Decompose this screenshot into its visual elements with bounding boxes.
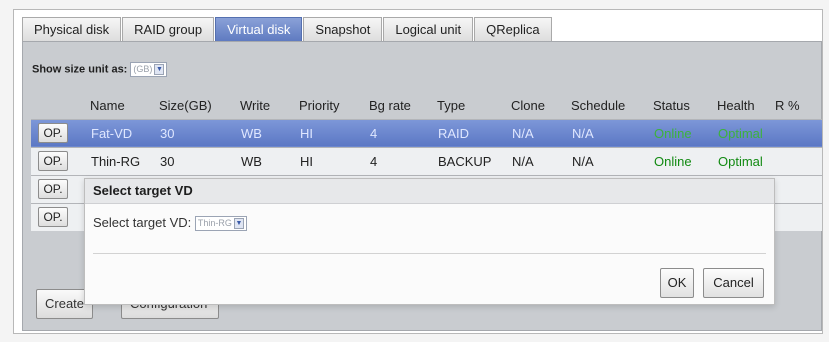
size-unit-label: Show size unit as:	[32, 63, 128, 76]
header-priority[interactable]: Priority	[299, 92, 369, 119]
tab-raid-group[interactable]: RAID group	[122, 17, 215, 42]
target-vd-label: Select target VD:	[93, 215, 192, 230]
cell-status: Online	[653, 118, 717, 147]
dialog-divider	[93, 253, 766, 254]
cell-size: 30	[159, 146, 240, 175]
chevron-down-icon: ▼	[154, 64, 165, 75]
target-vd-row: Select target VD: Thin-RG ▼	[93, 215, 247, 232]
op-button[interactable]: OP.	[38, 151, 68, 171]
op-button[interactable]: OP.	[38, 123, 68, 143]
cell-schedule: N/A	[571, 118, 653, 147]
tab-logical-unit[interactable]: Logical unit	[383, 17, 474, 42]
dialog-title: Select target VD	[85, 179, 774, 204]
chevron-down-icon: ▼	[233, 218, 244, 230]
cell-write: WB	[240, 146, 299, 175]
header-schedule[interactable]: Schedule	[571, 92, 653, 119]
cell-r-percent	[775, 146, 822, 175]
ok-button[interactable]: OK	[660, 268, 694, 298]
cancel-button[interactable]: Cancel	[703, 268, 764, 298]
tab-virtual-disk[interactable]: Virtual disk	[215, 17, 303, 42]
cell-priority: HI	[299, 146, 369, 175]
size-unit-select[interactable]: (GB) ▼	[130, 62, 168, 77]
target-vd-select[interactable]: Thin-RG ▼	[194, 216, 247, 232]
header-size[interactable]: Size(GB)	[159, 92, 240, 119]
table-row[interactable]: OP. Thin-RG 30 WB HI 4 BACKUP N/A N/A On…	[31, 146, 822, 175]
tab-qreplica[interactable]: QReplica	[474, 17, 552, 42]
cell-clone: N/A	[511, 146, 571, 175]
op-button[interactable]: OP.	[38, 207, 68, 228]
tab-bar: Physical disk RAID group Virtual disk Sn…	[22, 17, 553, 42]
cell-schedule: N/A	[571, 146, 653, 175]
op-button[interactable]: OP.	[38, 179, 68, 199]
header-clone[interactable]: Clone	[511, 92, 571, 119]
cell-size: 30	[159, 118, 240, 147]
tab-snapshot[interactable]: Snapshot	[303, 17, 383, 42]
size-unit-value: (GB)	[133, 64, 153, 74]
cell-status: Online	[653, 146, 717, 175]
cell-name: Thin-RG	[90, 146, 159, 175]
cell-r-percent	[775, 118, 822, 147]
header-type[interactable]: Type	[437, 92, 511, 119]
cell-health: Optimal	[717, 118, 775, 147]
header-bg-rate[interactable]: Bg rate	[369, 92, 437, 119]
cell-write: WB	[240, 118, 299, 147]
cell-type: BACKUP	[437, 146, 511, 175]
cell-priority: HI	[299, 118, 369, 147]
cell-bg-rate: 4	[369, 118, 437, 147]
select-target-vd-dialog: Select target VD Select target VD: Thin-…	[84, 178, 775, 305]
cell-type: RAID	[437, 118, 511, 147]
table-row[interactable]: OP. Fat-VD 30 WB HI 4 RAID N/A N/A Onlin…	[31, 118, 822, 147]
cell-name: Fat-VD	[90, 118, 159, 147]
header-write[interactable]: Write	[240, 92, 299, 119]
size-unit-control: Show size unit as: (GB) ▼	[32, 62, 168, 77]
tab-physical-disk[interactable]: Physical disk	[22, 17, 122, 42]
header-health[interactable]: Health	[717, 92, 775, 119]
table-header-row: Name Size(GB) Write Priority Bg rate Typ…	[31, 92, 822, 119]
header-op	[31, 92, 90, 119]
cell-health: Optimal	[717, 146, 775, 175]
cell-clone: N/A	[511, 118, 571, 147]
cell-bg-rate: 4	[369, 146, 437, 175]
header-status[interactable]: Status	[653, 92, 717, 119]
header-r-percent[interactable]: R %	[775, 92, 822, 119]
target-vd-value: Thin-RG	[197, 218, 232, 229]
header-name[interactable]: Name	[90, 92, 159, 119]
